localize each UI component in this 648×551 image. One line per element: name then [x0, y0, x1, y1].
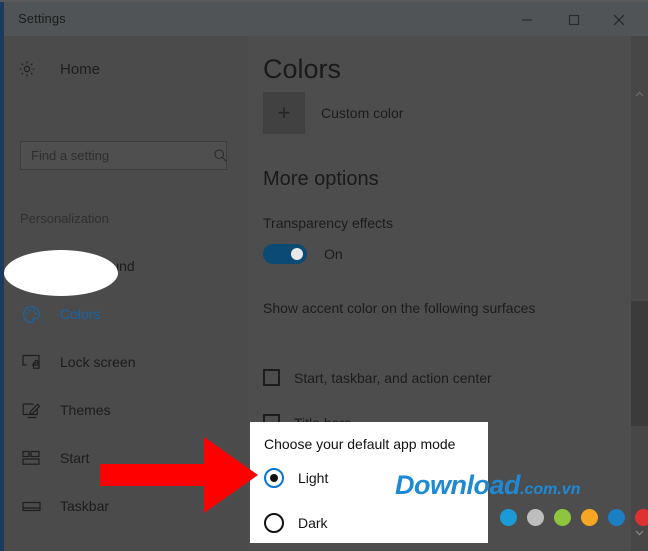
watermark-dot-3	[554, 509, 571, 526]
search-icon[interactable]	[213, 148, 228, 163]
app-mode-title: Choose your default app mode	[264, 436, 456, 452]
more-options-title: More options	[263, 168, 379, 190]
taskbar-icon	[22, 500, 48, 513]
vertical-scrollbar[interactable]	[631, 36, 648, 551]
sidebar-item-themes-label: Themes	[60, 402, 111, 418]
app-mode-panel: Choose your default app mode Light Dark	[250, 422, 488, 543]
checkbox-start-taskbar-label: Start, taskbar, and action center	[294, 369, 492, 386]
palette-icon	[22, 305, 48, 324]
watermark-dot-4	[581, 509, 598, 526]
settings-window: Settings Home Find a setting Personaliza…	[0, 0, 648, 551]
transparency-toggle-row[interactable]: On	[263, 244, 343, 264]
radio-dark-label: Dark	[298, 515, 328, 531]
close-icon	[612, 13, 626, 27]
sidebar-item-start-label: Start	[60, 450, 90, 466]
transparency-state-label: On	[324, 246, 343, 262]
maximize-icon	[568, 14, 580, 26]
radio-row-dark[interactable]: Dark	[264, 513, 328, 533]
start-icon	[22, 450, 48, 466]
sidebar-item-home[interactable]: Home	[18, 60, 100, 78]
transparency-toggle[interactable]	[263, 244, 307, 264]
chevron-up-icon[interactable]	[631, 84, 648, 104]
radio-dark[interactable]	[264, 513, 284, 533]
gear-icon	[18, 60, 44, 78]
maximize-button[interactable]	[551, 4, 597, 36]
sidebar-section-label: Personalization	[20, 211, 109, 226]
minimize-icon	[521, 14, 533, 26]
scrollbar-thumb[interactable]	[631, 301, 648, 426]
plus-icon: +	[277, 100, 291, 125]
watermark-dot-1	[500, 509, 517, 526]
radio-light-label: Light	[298, 470, 329, 486]
sidebar-item-colors[interactable]: Colors	[4, 290, 248, 338]
sidebar-item-colors-label: Colors	[60, 306, 101, 322]
toggle-knob	[291, 248, 303, 260]
custom-color-row[interactable]: + Custom color	[263, 92, 403, 134]
search-input[interactable]	[21, 148, 213, 163]
title-bar[interactable]: Settings	[4, 2, 648, 36]
window-title: Settings	[18, 11, 66, 26]
lock-screen-icon	[22, 354, 48, 370]
search-box[interactable]	[20, 141, 227, 170]
page-title: Colors	[263, 54, 342, 84]
themes-icon	[22, 402, 48, 419]
watermark-dot-6	[635, 509, 648, 526]
minimize-button[interactable]	[504, 4, 550, 36]
custom-color-add-button[interactable]: +	[263, 92, 305, 134]
checkbox-row-start-taskbar[interactable]: Start, taskbar, and action center	[263, 369, 492, 386]
annotation-arrow-icon	[100, 437, 258, 518]
accent-surfaces-label: Show accent color on the following surfa…	[263, 300, 536, 316]
radio-light[interactable]	[264, 468, 284, 488]
radio-row-light[interactable]: Light	[264, 468, 328, 488]
transparency-label: Transparency effects	[263, 215, 393, 231]
close-button[interactable]	[596, 4, 642, 36]
sidebar-item-lock-screen-label: Lock screen	[60, 354, 136, 370]
sidebar-item-themes[interactable]: Themes	[4, 386, 248, 434]
watermark-dots	[500, 509, 648, 526]
checkbox-start-taskbar[interactable]	[263, 369, 280, 386]
chevron-down-icon[interactable]	[631, 523, 648, 543]
colors-highlight-ellipse	[4, 250, 118, 296]
sidebar-item-home-label: Home	[60, 60, 101, 78]
watermark-dot-2	[527, 509, 544, 526]
watermark-dot-5	[608, 509, 625, 526]
sidebar-item-lock-screen[interactable]: Lock screen	[4, 338, 248, 386]
custom-color-label: Custom color	[321, 105, 404, 121]
